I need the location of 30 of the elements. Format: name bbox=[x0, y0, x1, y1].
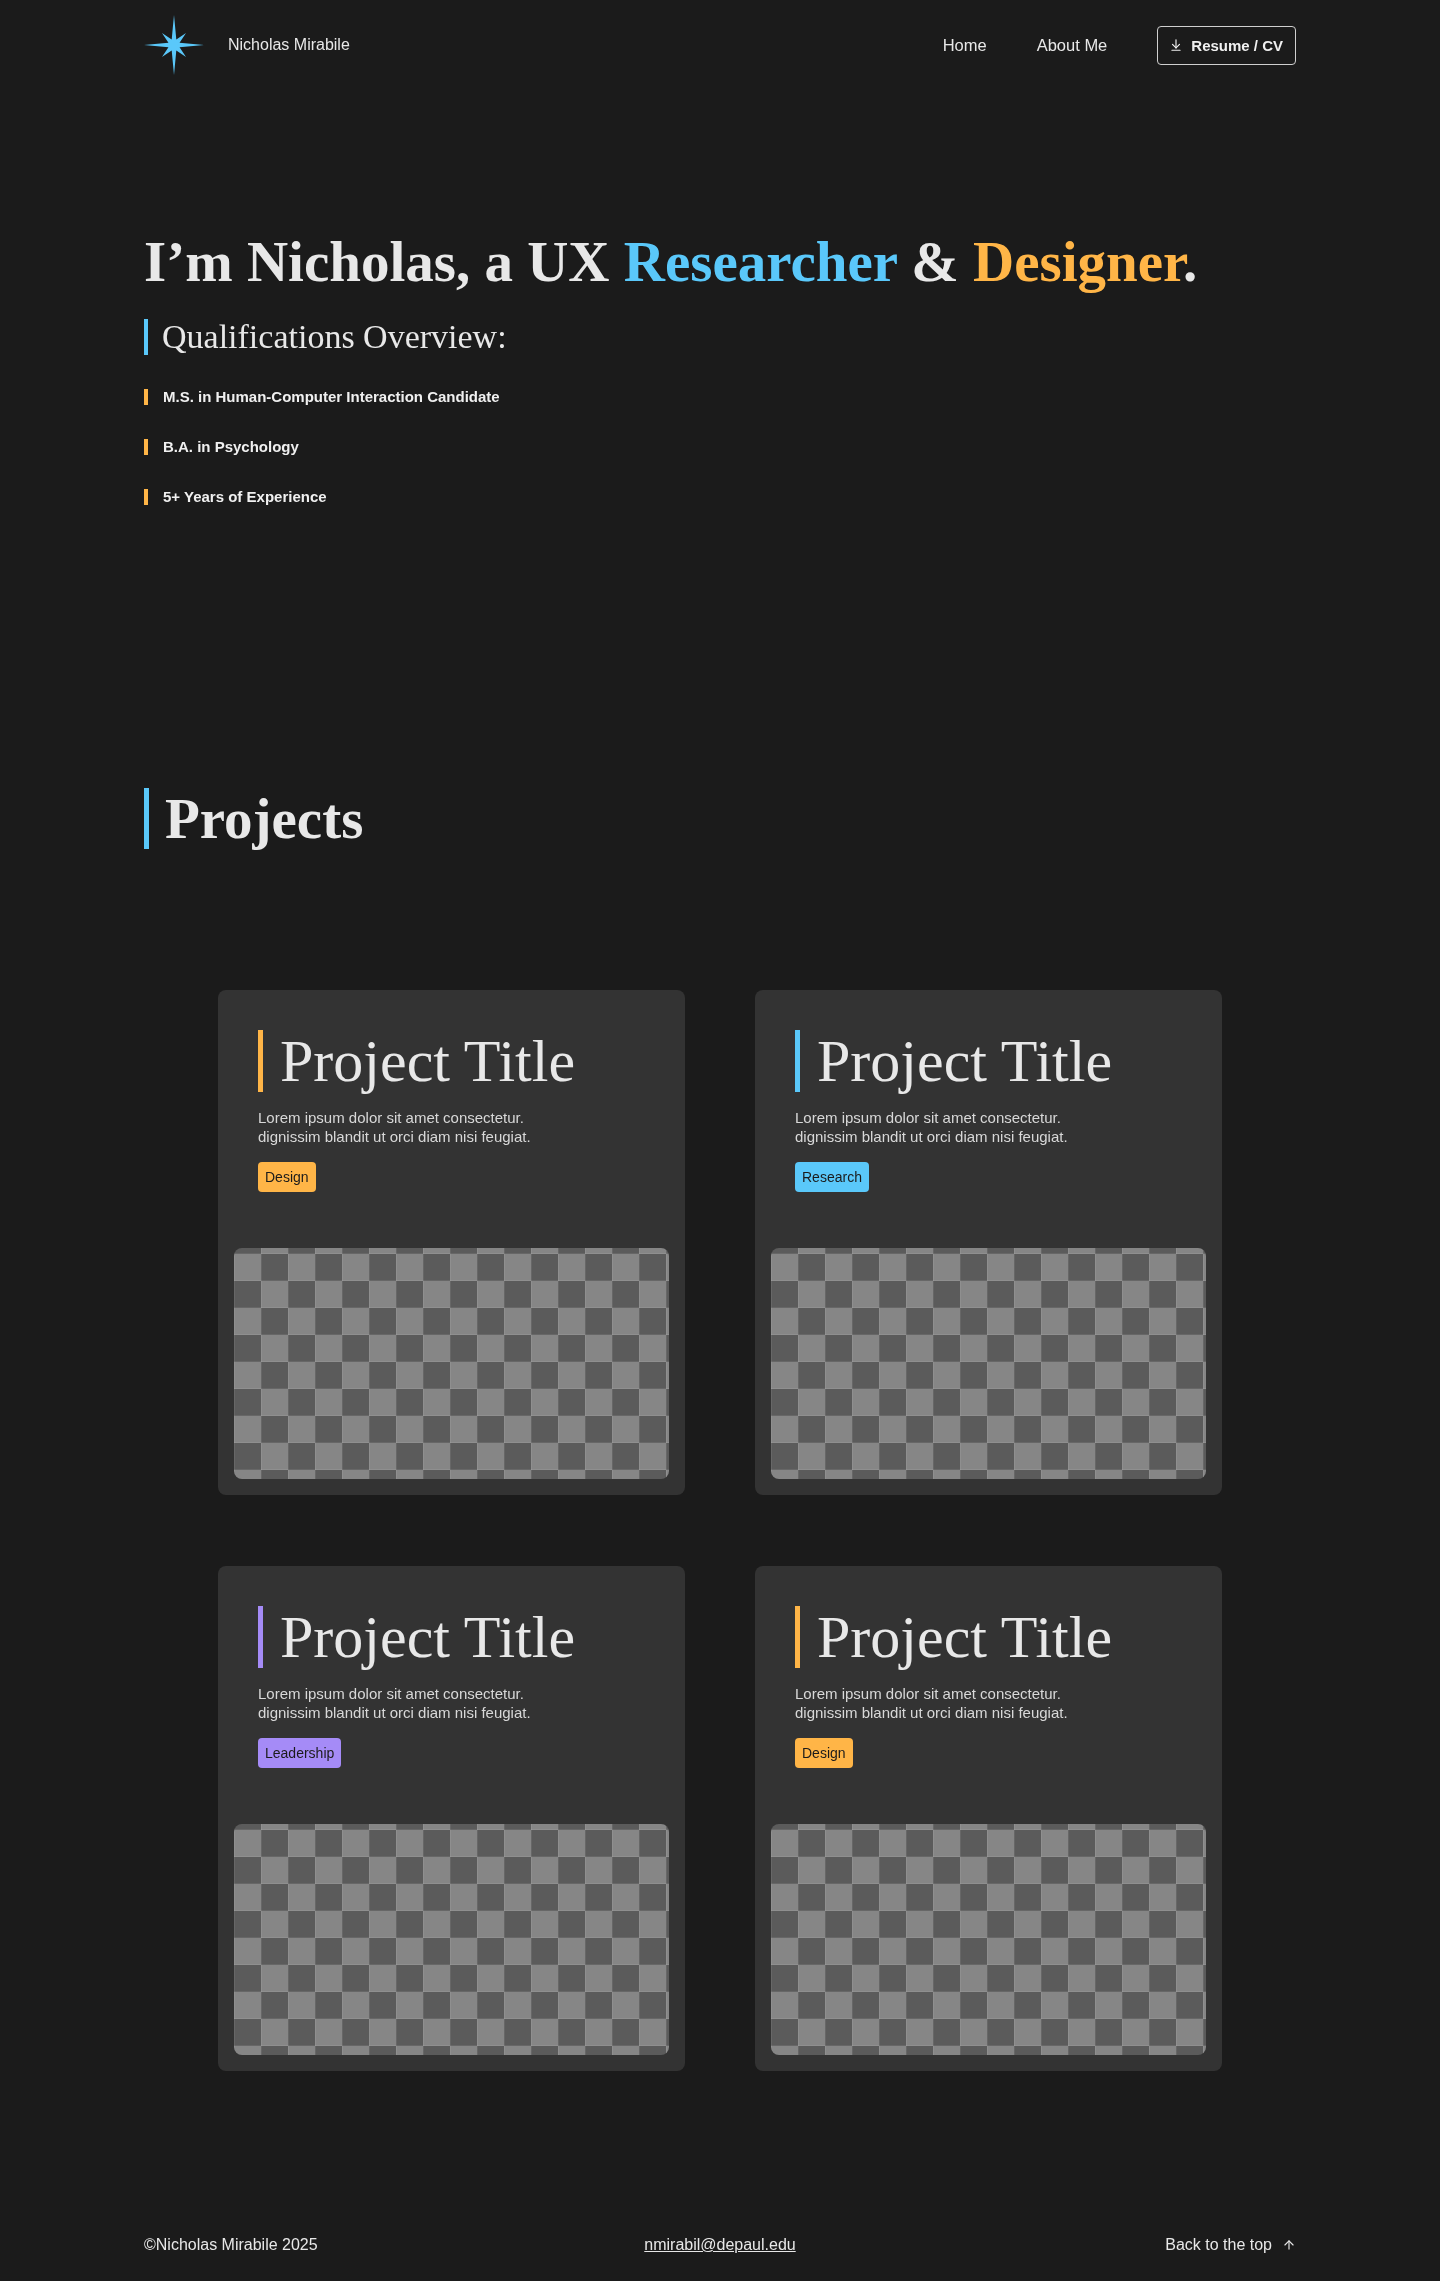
nav-link[interactable]: About Me bbox=[1036, 35, 1108, 55]
download-icon bbox=[1169, 38, 1184, 52]
project-title: Project Title bbox=[817, 1030, 1113, 1092]
email-link[interactable]: nmirabil@depaul.edu bbox=[644, 2235, 796, 2255]
project-card[interactable]: Project Title Lorem ipsum dolor sit amet consectetur. dignissim blandit ut orci diam nisi feugiat. Design bbox=[755, 1566, 1222, 2071]
projects-heading: Projects bbox=[144, 788, 364, 849]
project-tag: Design bbox=[258, 1162, 316, 1192]
site-name-link[interactable]: Nicholas Mirabile bbox=[228, 35, 350, 55]
project-card[interactable]: Project Title Lorem ipsum dolor sit amet consectetur. dignissim blandit ut orci diam nisi feugiat. Leadership bbox=[218, 1566, 685, 2071]
project-title: Project Title bbox=[280, 1030, 576, 1092]
qualification-item: M.S. in Human-Computer Interaction Candidate bbox=[144, 389, 500, 405]
project-description: Lorem ipsum dolor sit amet consectetur. dignissim blandit ut orci diam nisi feugiat. bbox=[795, 1108, 1069, 1146]
project-tag: Research bbox=[795, 1162, 869, 1192]
project-description: Lorem ipsum dolor sit amet consectetur. dignissim blandit ut orci diam nisi feugiat. bbox=[795, 1684, 1069, 1722]
copyright-text: ©Nicholas Mirabile 2025 bbox=[144, 2235, 318, 2255]
resume-download-button[interactable]: Resume / CV bbox=[1157, 25, 1296, 65]
project-card[interactable]: Project Title Lorem ipsum dolor sit amet consectetur. dignissim blandit ut orci diam nisi feugiat. Research bbox=[755, 990, 1222, 1495]
project-description: Lorem ipsum dolor sit amet consectetur. dignissim blandit ut orci diam nisi feugiat. bbox=[258, 1684, 532, 1722]
qualification-item: B.A. in Psychology bbox=[144, 439, 299, 455]
qualifications-heading: Qualifications Overview: bbox=[144, 319, 507, 355]
hero-headline: I’m Nicholas, a UX Researcher & Designer. bbox=[144, 229, 1199, 295]
project-title: Project Title bbox=[280, 1606, 576, 1668]
project-card[interactable]: Project Title Lorem ipsum dolor sit amet consectetur. dignissim blandit ut orci diam nisi feugiat. Design bbox=[218, 990, 685, 1495]
project-tag: Leadership bbox=[258, 1738, 342, 1768]
project-description: Lorem ipsum dolor sit amet consectetur. dignissim blandit ut orci diam nisi feugiat. bbox=[258, 1108, 532, 1146]
back-to-top-link[interactable]: Back to the top bbox=[1165, 2235, 1296, 2255]
nav-link[interactable]: Home bbox=[942, 35, 987, 55]
qualification-item: 5+ Years of Experience bbox=[144, 489, 327, 505]
project-tag: Design bbox=[795, 1738, 853, 1768]
project-title: Project Title bbox=[817, 1606, 1113, 1668]
